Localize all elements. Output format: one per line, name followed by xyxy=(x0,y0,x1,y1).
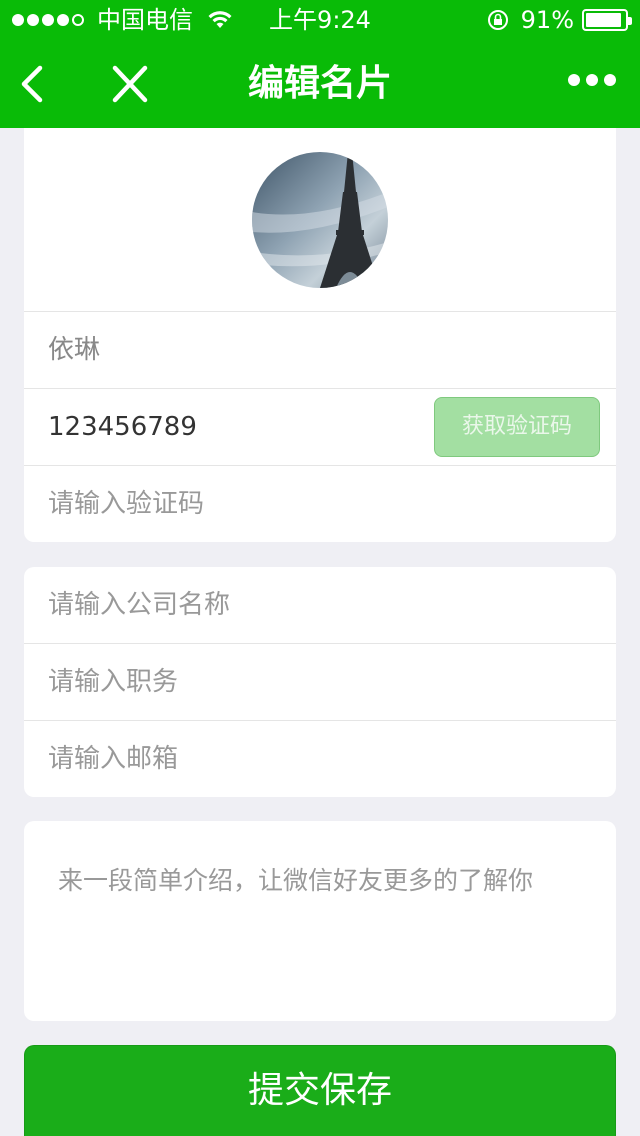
battery-fill xyxy=(586,13,621,27)
job-title-field[interactable]: 请输入职务 xyxy=(24,644,616,721)
rotation-lock-icon xyxy=(487,10,508,30)
work-card: 请输入公司名称 请输入职务 请输入邮箱 xyxy=(24,567,616,797)
submit-button[interactable]: 提交保存 xyxy=(24,1045,616,1136)
name-value: 依琳 xyxy=(48,335,101,365)
intro-placeholder: 来一段简单介绍，让微信好友更多的了解你 xyxy=(58,866,534,895)
eiffel-tower-photo xyxy=(252,152,388,288)
phone-field[interactable]: 123456789 获取验证码 xyxy=(24,389,616,466)
avatar-row xyxy=(24,128,616,312)
header: 中国电信 上午9:24 91% 编辑名片 xyxy=(0,0,640,128)
battery-percent: 91% xyxy=(520,6,574,34)
get-code-button[interactable]: 获取验证码 xyxy=(434,397,600,457)
navbar: 编辑名片 xyxy=(0,40,640,128)
battery-icon xyxy=(582,9,632,31)
phone-value: 123456789 xyxy=(48,412,197,442)
company-placeholder: 请输入公司名称 xyxy=(48,590,231,620)
avatar[interactable] xyxy=(252,152,388,288)
code-placeholder: 请输入验证码 xyxy=(48,489,205,519)
code-field[interactable]: 请输入验证码 xyxy=(24,466,616,542)
status-right: 91% xyxy=(487,0,632,40)
page-title: 编辑名片 xyxy=(247,63,392,104)
email-placeholder: 请输入邮箱 xyxy=(48,744,179,774)
company-field[interactable]: 请输入公司名称 xyxy=(24,567,616,644)
intro-textarea[interactable]: 来一段简单介绍，让微信好友更多的了解你 xyxy=(24,821,616,1021)
profile-card: 依琳 123456789 获取验证码 请输入验证码 xyxy=(24,128,616,542)
email-field[interactable]: 请输入邮箱 xyxy=(24,721,616,797)
name-field[interactable]: 依琳 xyxy=(24,312,616,389)
job-title-placeholder: 请输入职务 xyxy=(48,667,179,697)
status-bar: 中国电信 上午9:24 91% xyxy=(0,0,640,40)
more-dots-icon[interactable] xyxy=(568,74,616,86)
